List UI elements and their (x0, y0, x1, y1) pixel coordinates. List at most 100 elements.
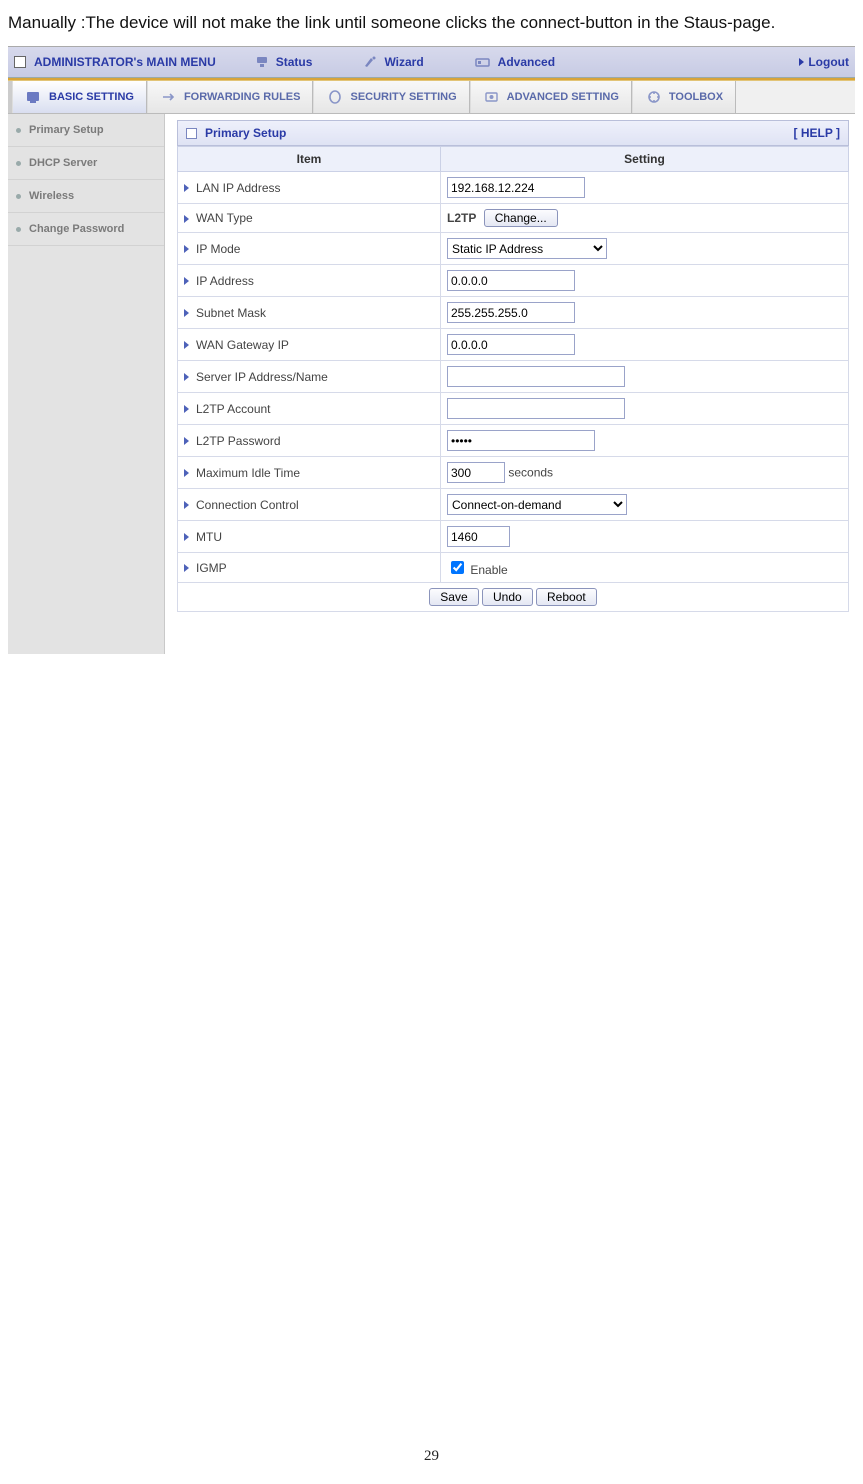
tab-basic-setting[interactable]: BASIC SETTING (12, 81, 147, 113)
tab-bar: BASIC SETTING FORWARDING RULES SECURITY … (8, 81, 855, 114)
forwarding-icon (160, 89, 178, 105)
triangle-icon (184, 215, 189, 223)
triangle-icon (184, 564, 189, 572)
col-header-item: Item (178, 147, 441, 172)
menu-item-label: Wizard (384, 55, 423, 69)
undo-button[interactable]: Undo (482, 588, 533, 606)
connection-control-select[interactable]: Connect-on-demand (447, 494, 627, 515)
field-label: MTU (196, 530, 222, 544)
sidebar-item-label: Change Password (29, 223, 124, 235)
ip-mode-select[interactable]: Static IP Address (447, 238, 607, 259)
router-admin-screenshot: ADMINISTRATOR's MAIN MENU Status Wizard … (8, 46, 855, 654)
field-label: Connection Control (196, 498, 299, 512)
tab-label: FORWARDING RULES (184, 91, 301, 103)
advanced-icon (474, 55, 492, 69)
section-header: Primary Setup [ HELP ] (177, 120, 849, 146)
l2tp-account-input[interactable] (447, 398, 625, 419)
wizard-icon (362, 55, 378, 69)
tab-label: ADVANCED SETTING (507, 91, 619, 103)
max-idle-input[interactable] (447, 462, 505, 483)
sidebar-item-primary-setup[interactable]: Primary Setup (8, 114, 164, 147)
menu-item-advanced[interactable]: Advanced (474, 55, 555, 69)
status-icon (254, 55, 270, 69)
basic-setting-icon (25, 89, 43, 105)
triangle-icon (184, 533, 189, 541)
triangle-icon (184, 501, 189, 509)
save-button[interactable]: Save (429, 588, 478, 606)
l2tp-password-input[interactable] (447, 430, 595, 451)
field-label: WAN Gateway IP (196, 338, 289, 352)
mtu-input[interactable] (447, 526, 510, 547)
field-label: IP Address (196, 274, 254, 288)
menu-item-label: Advanced (498, 55, 555, 69)
wan-type-value: L2TP (447, 211, 476, 225)
triangle-icon (184, 277, 189, 285)
field-label: LAN IP Address (196, 181, 281, 195)
menu-item-status[interactable]: Status (254, 55, 313, 69)
tab-label: BASIC SETTING (49, 91, 134, 103)
triangle-icon (184, 341, 189, 349)
toolbox-icon (645, 89, 663, 105)
server-ip-input[interactable] (447, 366, 625, 387)
settings-pane: Primary Setup [ HELP ] Item Setting LAN … (165, 114, 855, 654)
tab-forwarding-rules[interactable]: FORWARDING RULES (147, 81, 314, 113)
bullet-icon (16, 194, 21, 199)
section-title: Primary Setup (205, 126, 286, 140)
logout-label: Logout (808, 55, 849, 69)
arrow-right-icon (799, 58, 804, 66)
igmp-enable-label: Enable (470, 563, 507, 577)
field-label: Maximum Idle Time (196, 466, 300, 480)
subnet-mask-input[interactable] (447, 302, 575, 323)
triangle-icon (184, 405, 189, 413)
main-menu-bar: ADMINISTRATOR's MAIN MENU Status Wizard … (8, 47, 855, 78)
triangle-icon (184, 309, 189, 317)
sidebar-item-label: DHCP Server (29, 157, 97, 169)
security-icon (326, 89, 344, 105)
tab-advanced-setting[interactable]: ADVANCED SETTING (470, 81, 632, 113)
sidebar-item-wireless[interactable]: Wireless (8, 180, 164, 213)
triangle-icon (184, 373, 189, 381)
menu-item-label: Status (276, 55, 313, 69)
intro-text: Manually :The device will not make the l… (8, 6, 855, 40)
triangle-icon (184, 437, 189, 445)
triangle-icon (184, 469, 189, 477)
bullet-icon (16, 227, 21, 232)
field-label: L2TP Account (196, 402, 271, 416)
field-label: IP Mode (196, 242, 240, 256)
igmp-enable-checkbox[interactable] (451, 561, 464, 574)
menu-item-logout[interactable]: Logout (799, 55, 849, 69)
help-link[interactable]: [ HELP ] (794, 126, 840, 140)
field-label: L2TP Password (196, 434, 281, 448)
sidebar-item-label: Wireless (29, 190, 74, 202)
max-idle-unit: seconds (508, 466, 553, 480)
tab-label: TOOLBOX (669, 91, 723, 103)
left-sidebar: Primary Setup DHCP Server Wireless Chang… (8, 114, 165, 654)
page-number: 29 (8, 1434, 855, 1473)
reboot-button[interactable]: Reboot (536, 588, 597, 606)
sidebar-item-dhcp-server[interactable]: DHCP Server (8, 147, 164, 180)
config-table: Item Setting LAN IP Address WAN Type L2T… (177, 146, 849, 612)
wan-type-change-button[interactable]: Change... (484, 209, 558, 227)
bullet-icon (16, 161, 21, 166)
sidebar-item-label: Primary Setup (29, 124, 104, 136)
col-header-setting: Setting (441, 147, 849, 172)
lan-ip-input[interactable] (447, 177, 585, 198)
ip-address-input[interactable] (447, 270, 575, 291)
bullet-icon (16, 128, 21, 133)
triangle-icon (184, 245, 189, 253)
tab-security-setting[interactable]: SECURITY SETTING (313, 81, 469, 113)
advanced-setting-icon (483, 89, 501, 105)
main-menu-title: ADMINISTRATOR's MAIN MENU (34, 55, 216, 69)
menu-square-icon (14, 56, 26, 68)
field-label: Subnet Mask (196, 306, 266, 320)
wan-gateway-input[interactable] (447, 334, 575, 355)
section-square-icon (186, 128, 197, 139)
field-label: Server IP Address/Name (196, 370, 328, 384)
triangle-icon (184, 184, 189, 192)
tab-label: SECURITY SETTING (350, 91, 456, 103)
field-label: WAN Type (196, 211, 253, 225)
menu-item-wizard[interactable]: Wizard (362, 55, 423, 69)
sidebar-item-change-password[interactable]: Change Password (8, 213, 164, 246)
tab-toolbox[interactable]: TOOLBOX (632, 81, 736, 113)
field-label: IGMP (196, 561, 227, 575)
